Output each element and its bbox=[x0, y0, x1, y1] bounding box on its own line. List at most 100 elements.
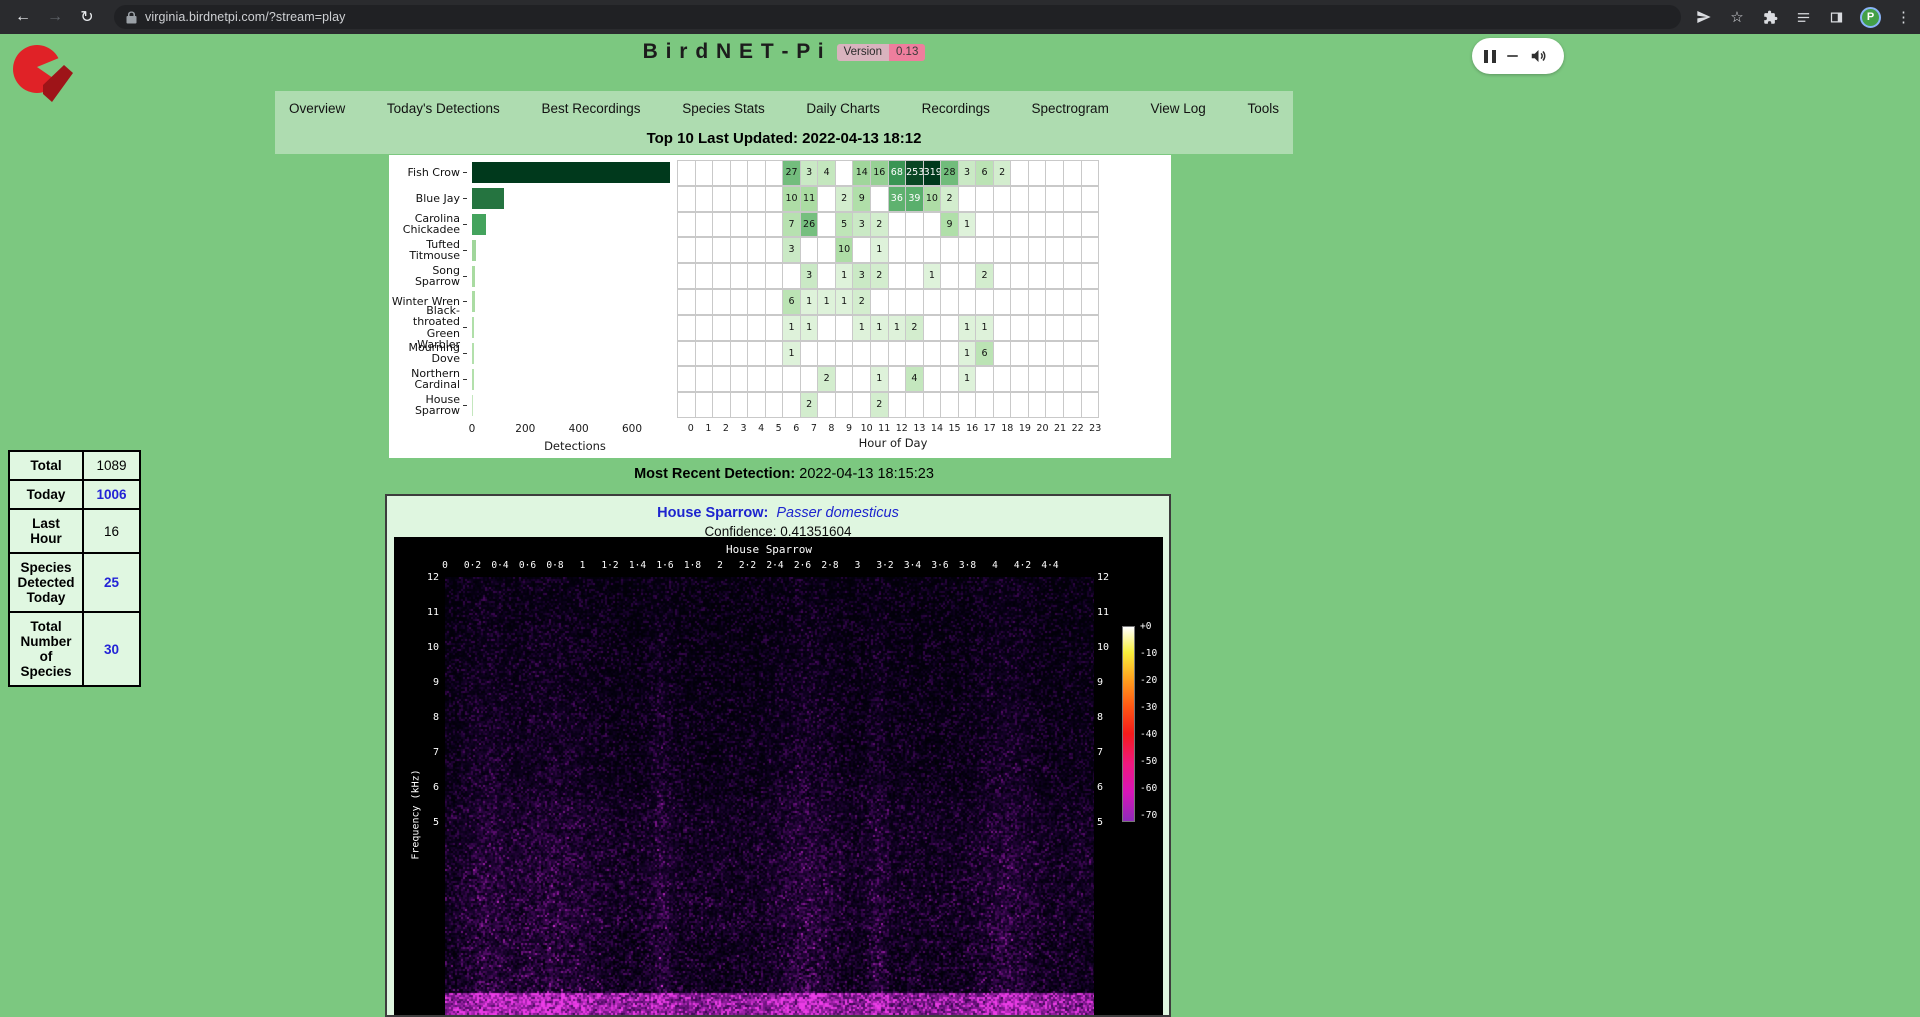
detection-scientific-name[interactable]: Passer domesticus bbox=[776, 505, 899, 521]
heatmap-cell bbox=[713, 393, 731, 418]
version-label: Version bbox=[837, 44, 889, 61]
stream-audio-player[interactable] bbox=[1472, 38, 1564, 74]
menu-dots-icon[interactable]: ⋮ bbox=[1896, 8, 1906, 26]
heatmap-cell bbox=[713, 213, 731, 238]
spectrogram-y-tick: 12 bbox=[415, 572, 439, 583]
lock-icon[interactable] bbox=[126, 11, 137, 24]
recent-detection-panel: House Sparrow:Passer domesticus Confiden… bbox=[385, 494, 1171, 1017]
heatmap-cell bbox=[1046, 316, 1064, 341]
heatmap-cell bbox=[1011, 342, 1029, 367]
hour-axis-tick-label: 18 bbox=[1001, 423, 1013, 434]
back-button[interactable]: ← bbox=[10, 4, 36, 30]
heatmap-cell bbox=[766, 161, 784, 186]
heatmap-cell bbox=[976, 187, 994, 212]
species-label: Fish Crow bbox=[389, 160, 467, 186]
heatmap-cell: 10 bbox=[836, 238, 854, 263]
hour-axis-tick-label: 16 bbox=[966, 423, 978, 434]
main-nav: Overview Today's Detections Best Recordi… bbox=[275, 91, 1293, 126]
heatmap-cell bbox=[924, 238, 942, 263]
nav-item-tools[interactable]: Tools bbox=[1247, 101, 1279, 116]
heatmap-cell bbox=[1029, 238, 1047, 263]
profile-avatar[interactable]: P bbox=[1860, 7, 1881, 28]
heatmap-cell bbox=[731, 342, 749, 367]
side-panel-icon[interactable] bbox=[1827, 8, 1845, 26]
heatmap-row: 61112 bbox=[677, 289, 1099, 315]
heatmap-cell bbox=[1046, 187, 1064, 212]
nav-item-spectrogram[interactable]: Spectrogram bbox=[1032, 101, 1109, 116]
heatmap-row: 72653291 bbox=[677, 212, 1099, 238]
heatmap-cell bbox=[836, 316, 854, 341]
table-row: Total 1089 bbox=[9, 451, 140, 480]
bookmark-star-icon[interactable]: ☆ bbox=[1728, 8, 1746, 26]
pause-button[interactable] bbox=[1484, 50, 1496, 63]
detections-bar bbox=[472, 395, 473, 416]
heatmap-cell bbox=[906, 342, 924, 367]
heatmap-cell bbox=[889, 367, 907, 392]
heatmap-cell bbox=[1029, 342, 1047, 367]
heatmap-cell: 68 bbox=[889, 161, 907, 186]
heatmap-cell bbox=[748, 264, 766, 289]
heatmap-cell: 28 bbox=[941, 161, 959, 186]
heatmap-cell: 1 bbox=[959, 316, 977, 341]
heatmap-cell bbox=[924, 290, 942, 315]
heatmap-cell: 1 bbox=[959, 342, 977, 367]
heatmap-cell bbox=[1082, 238, 1100, 263]
detection-species-link[interactable]: House Sparrow: Passer domesticus bbox=[387, 505, 1169, 521]
chart-row: Winter Wren61112 bbox=[389, 289, 1104, 315]
forward-button[interactable]: → bbox=[42, 4, 68, 30]
volume-button[interactable] bbox=[1529, 47, 1548, 65]
detection-common-name[interactable]: House Sparrow: bbox=[657, 505, 768, 521]
heatmap-cell bbox=[1082, 316, 1100, 341]
stat-today-link[interactable]: 1006 bbox=[83, 480, 140, 509]
stat-total-species-link[interactable]: 30 bbox=[83, 612, 140, 686]
page-title: B i r d N E T - P i bbox=[643, 40, 825, 64]
nav-item-view-log[interactable]: View Log bbox=[1150, 101, 1205, 116]
spectrogram-x-tick: 2·6 bbox=[794, 560, 811, 571]
heatmap-cell bbox=[696, 342, 714, 367]
spectrogram-x-tick: 2 bbox=[717, 560, 723, 571]
heatmap-cell bbox=[941, 290, 959, 315]
hour-axis-tick-label: 11 bbox=[878, 423, 890, 434]
nav-item-daily-charts[interactable]: Daily Charts bbox=[806, 101, 880, 116]
heatmap-cell bbox=[889, 213, 907, 238]
url-text: virginia.birdnetpi.com/?stream=play bbox=[145, 10, 345, 24]
hour-axis-tick-label: 10 bbox=[861, 423, 873, 434]
nav-item-best-recordings[interactable]: Best Recordings bbox=[541, 101, 640, 116]
address-bar[interactable]: virginia.birdnetpi.com/?stream=play bbox=[114, 5, 1681, 29]
heatmap-cell bbox=[1082, 393, 1100, 418]
heatmap-cell bbox=[731, 264, 749, 289]
spectrogram-y-tick: 8 bbox=[1097, 712, 1121, 723]
heatmap-cell bbox=[766, 213, 784, 238]
heatmap-cell bbox=[1029, 393, 1047, 418]
stat-species-today-link[interactable]: 25 bbox=[83, 553, 140, 612]
heatmap-cell bbox=[959, 238, 977, 263]
spectrogram-x-tick: 1·8 bbox=[684, 560, 701, 571]
species-label: Carolina Chickadee bbox=[389, 212, 467, 238]
most-recent-detection: Most Recent Detection: 2022-04-13 18:15:… bbox=[275, 466, 1293, 482]
colorbar-tick-label: +0 bbox=[1140, 621, 1151, 632]
heatmap-cell bbox=[836, 393, 854, 418]
reload-button[interactable]: ↻ bbox=[74, 4, 100, 30]
reading-list-icon[interactable] bbox=[1794, 8, 1812, 26]
send-icon[interactable] bbox=[1695, 8, 1713, 26]
nav-item-overview[interactable]: Overview bbox=[289, 101, 345, 116]
heatmap-cell bbox=[1011, 213, 1029, 238]
extensions-puzzle-icon[interactable] bbox=[1761, 8, 1779, 26]
heatmap-cell: 2 bbox=[994, 161, 1012, 186]
heatmap-cell: 2 bbox=[818, 367, 836, 392]
heatmap-cell bbox=[1029, 367, 1047, 392]
heatmap-cell: 2 bbox=[836, 187, 854, 212]
heatmap-cell bbox=[696, 161, 714, 186]
spectrogram-image: House Sparrow 00·20·40·60·811·21·41·61·8… bbox=[394, 537, 1163, 1017]
heatmap-cell bbox=[1082, 342, 1100, 367]
heatmap-cell: 2 bbox=[871, 264, 889, 289]
heatmap-cell bbox=[889, 393, 907, 418]
heatmap-cell: 6 bbox=[783, 290, 801, 315]
birdnetpi-logo bbox=[8, 40, 80, 112]
heatmap-cell bbox=[924, 213, 942, 238]
nav-item-todays-detections[interactable]: Today's Detections bbox=[387, 101, 500, 116]
heatmap-cell bbox=[941, 238, 959, 263]
nav-item-species-stats[interactable]: Species Stats bbox=[682, 101, 765, 116]
nav-item-recordings[interactable]: Recordings bbox=[922, 101, 990, 116]
colorbar-tick-label: -40 bbox=[1140, 729, 1157, 740]
